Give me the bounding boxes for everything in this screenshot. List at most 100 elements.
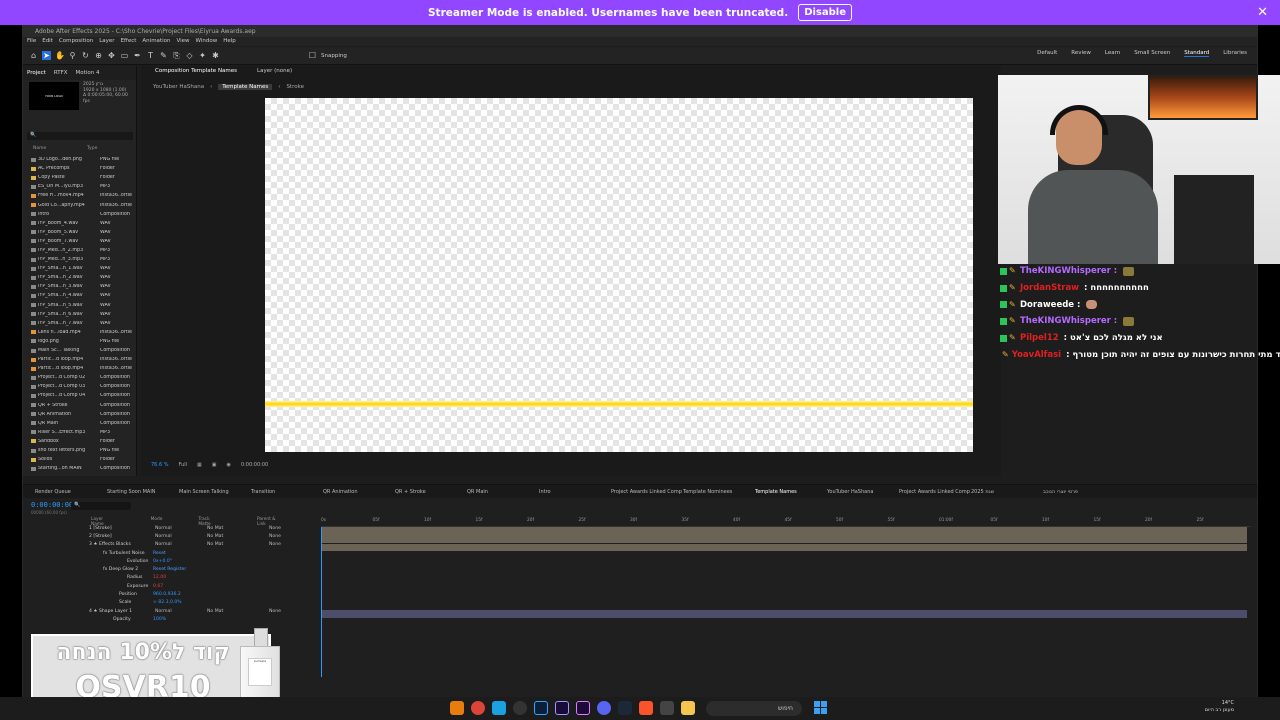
zoom-tool-icon[interactable]: ⚲ (68, 51, 77, 60)
chat-username[interactable]: Doraweede : (1020, 300, 1080, 310)
project-item[interactable]: Free Fi...mov4.mp4 Insta36..ortie (23, 191, 137, 200)
project-item[interactable]: IYP_Sma...h_6.wav WAV (23, 310, 137, 319)
breadcrumb-youtuber-hashana[interactable]: YouTuber HaShana (153, 84, 204, 90)
snapping-checkbox[interactable]: ☐ (308, 51, 317, 60)
timeline-tab[interactable]: Intro (539, 489, 611, 495)
eraser-tool-icon[interactable]: ◇ (185, 51, 194, 60)
project-item[interactable]: Project...d Comp 02 Composition (23, 373, 137, 382)
rectangle-tool-icon[interactable]: ▭ (120, 51, 129, 60)
type-tool-icon[interactable]: T (146, 51, 155, 60)
timeline-timecode[interactable]: 0:00:00:00 (31, 501, 73, 509)
chat-username[interactable]: TheKINGWhisperer : (1020, 316, 1117, 326)
mode-dropdown[interactable]: Normal (155, 526, 172, 531)
project-item[interactable]: Partic...d loop.mp4 Insta36..ortie (23, 355, 137, 364)
roto-tool-icon[interactable]: ✦ (198, 51, 207, 60)
timeline-tab[interactable]: Main Screen Talking (179, 489, 251, 495)
layer-row[interactable]: 3 ★ Effects Blacks Normal No Mat None (23, 541, 319, 549)
layer-row[interactable]: 4 ★ Shape Layer 1 Normal No Mat None (23, 607, 319, 615)
property-row[interactable]: Position 960.0,936.2 (23, 590, 319, 598)
pen-tool-icon[interactable]: ✒ (133, 51, 142, 60)
workspace-small-screen[interactable]: Small Screen (1134, 50, 1170, 57)
project-item[interactable]: Sandbox Folder (23, 437, 137, 446)
brush-tool-icon[interactable]: ✎ (159, 51, 168, 60)
timeline-tab[interactable]: QR Animation (323, 489, 395, 495)
project-item[interactable]: intro Composition (23, 210, 137, 219)
timeline-tab[interactable]: Project Awards Linked Comp 02 (611, 489, 683, 495)
project-item[interactable]: Solids Folder (23, 455, 137, 464)
project-item[interactable]: QR Animation Composition (23, 410, 137, 419)
selection-tool-icon[interactable]: ➤ (42, 51, 51, 60)
menu-item-file[interactable]: File (27, 37, 36, 46)
project-item[interactable]: sho text letters.png PNG file (23, 446, 137, 455)
property-row[interactable]: fx Deep Glow 2 Reset Register (23, 565, 319, 573)
project-item[interactable]: Starting...on MAIN Composition (23, 464, 137, 473)
panel-tab-project[interactable]: Project (27, 70, 46, 76)
close-icon[interactable]: ✕ (1257, 5, 1268, 20)
resolution-dropdown[interactable]: Full (178, 462, 187, 468)
property-value[interactable]: 100% (153, 617, 166, 622)
menu-item-composition[interactable]: Composition (59, 37, 93, 46)
project-item[interactable]: Lens fl...load.mp4 Insta36..ortie (23, 328, 137, 337)
obs-icon[interactable] (513, 701, 527, 715)
project-item[interactable]: IYP_Boom_4.wav WAV (23, 219, 137, 228)
project-item[interactable]: IYP_Sma...h_7.wav WAV (23, 319, 137, 328)
track-matte-dropdown[interactable]: No Mat (207, 526, 223, 531)
clone-tool-icon[interactable]: ⎘ (172, 51, 181, 60)
parent-dropdown[interactable]: None (269, 526, 281, 531)
project-item[interactable]: QR + Stroke Composition (23, 401, 137, 410)
project-item[interactable]: Project...d Comp 03 Composition (23, 382, 137, 391)
camera-snapshot-icon[interactable]: ◉ (227, 462, 231, 468)
timeline-tab[interactable]: Project Awards Linked Comp 04 (899, 489, 971, 495)
project-search-input[interactable]: 🔍 (27, 132, 133, 140)
property-value[interactable]: 960.0,936.2 (153, 592, 181, 597)
home-icon[interactable]: ⌂ (29, 51, 38, 60)
project-item[interactable]: IYP_Sma...h_4.wav WAV (23, 291, 137, 300)
layer-row[interactable]: 1 [Stroke] Normal No Mat None (23, 524, 319, 532)
weather-widget[interactable]: 14°C מעונן רב היום (1188, 700, 1234, 714)
project-item[interactable]: IYP_Boom_5.wav WAV (23, 228, 137, 237)
mode-dropdown[interactable]: Normal (155, 542, 172, 547)
parent-dropdown[interactable]: None (269, 609, 281, 614)
after-effects-icon[interactable] (555, 701, 569, 715)
playhead[interactable] (321, 527, 322, 677)
chat-username[interactable]: Pilpel12 (1020, 333, 1059, 343)
rotate-tool-icon[interactable]: ↻ (81, 51, 90, 60)
steam-icon[interactable] (618, 701, 632, 715)
layer-duration-bar[interactable] (321, 535, 1247, 543)
menu-item-animation[interactable]: Animation (142, 37, 170, 46)
project-item[interactable]: IYP_Med...h_2.mp3 MP3 (23, 246, 137, 255)
panel-tab-motion-4[interactable]: Motion 4 (76, 70, 100, 76)
parent-dropdown[interactable]: None (269, 542, 281, 547)
chrome-icon[interactable] (471, 701, 485, 715)
menu-item-layer[interactable]: Layer (99, 37, 114, 46)
zoom-dropdown[interactable]: 76.6 % (151, 462, 168, 468)
timeline-tab[interactable]: Render Queue (35, 489, 107, 495)
menu-item-help[interactable]: Help (223, 37, 236, 46)
viewer-timecode[interactable]: 0:00:00:00 (241, 462, 268, 468)
project-item[interactable]: AC Precomps Folder (23, 164, 137, 173)
chat-username[interactable]: YoavAlfasi (1012, 350, 1061, 360)
property-value[interactable]: Reset (153, 551, 166, 556)
property-row[interactable]: fx Turbulent Noise Reset (23, 549, 319, 557)
mode-dropdown[interactable]: Normal (155, 534, 172, 539)
property-value[interactable]: 0x+0.0° (153, 559, 172, 564)
photoshop-icon[interactable] (534, 701, 548, 715)
project-item[interactable]: IYP_Boom_7.wav WAV (23, 237, 137, 246)
project-item[interactable]: IYP_Med...h_3.mp3 MP3 (23, 255, 137, 264)
menu-item-effect[interactable]: Effect (121, 37, 137, 46)
timeline-tab[interactable]: פרסי יוצרי הנוכב (1043, 489, 1115, 495)
project-item[interactable]: Partic...d loop.mp4 Insta36..ortie (23, 364, 137, 373)
chat-username[interactable]: TheKINGWhisperer : (1020, 266, 1117, 276)
property-row[interactable]: Exposure 0.67 (23, 582, 319, 590)
discord-icon[interactable] (597, 701, 611, 715)
epic-icon[interactable] (660, 701, 674, 715)
blender-icon[interactable] (450, 701, 464, 715)
timeline-tab[interactable]: Starting Soon MAIN (107, 489, 179, 495)
workspace-learn[interactable]: Learn (1105, 50, 1120, 57)
timeline-tab[interactable]: QR Main (467, 489, 539, 495)
layer-duration-bar[interactable] (321, 527, 1247, 535)
property-row[interactable]: Scale ∞ 82.3,0.0% (23, 599, 319, 607)
taskbar-search[interactable]: חיפוש (706, 701, 802, 716)
timeline-track-area[interactable]: 0s 05f 10f 15f 20f 25f 30f 35f 40f 45f 50f 55f 01:00… (321, 517, 1251, 697)
mask-icon[interactable]: ▣ (212, 462, 217, 468)
